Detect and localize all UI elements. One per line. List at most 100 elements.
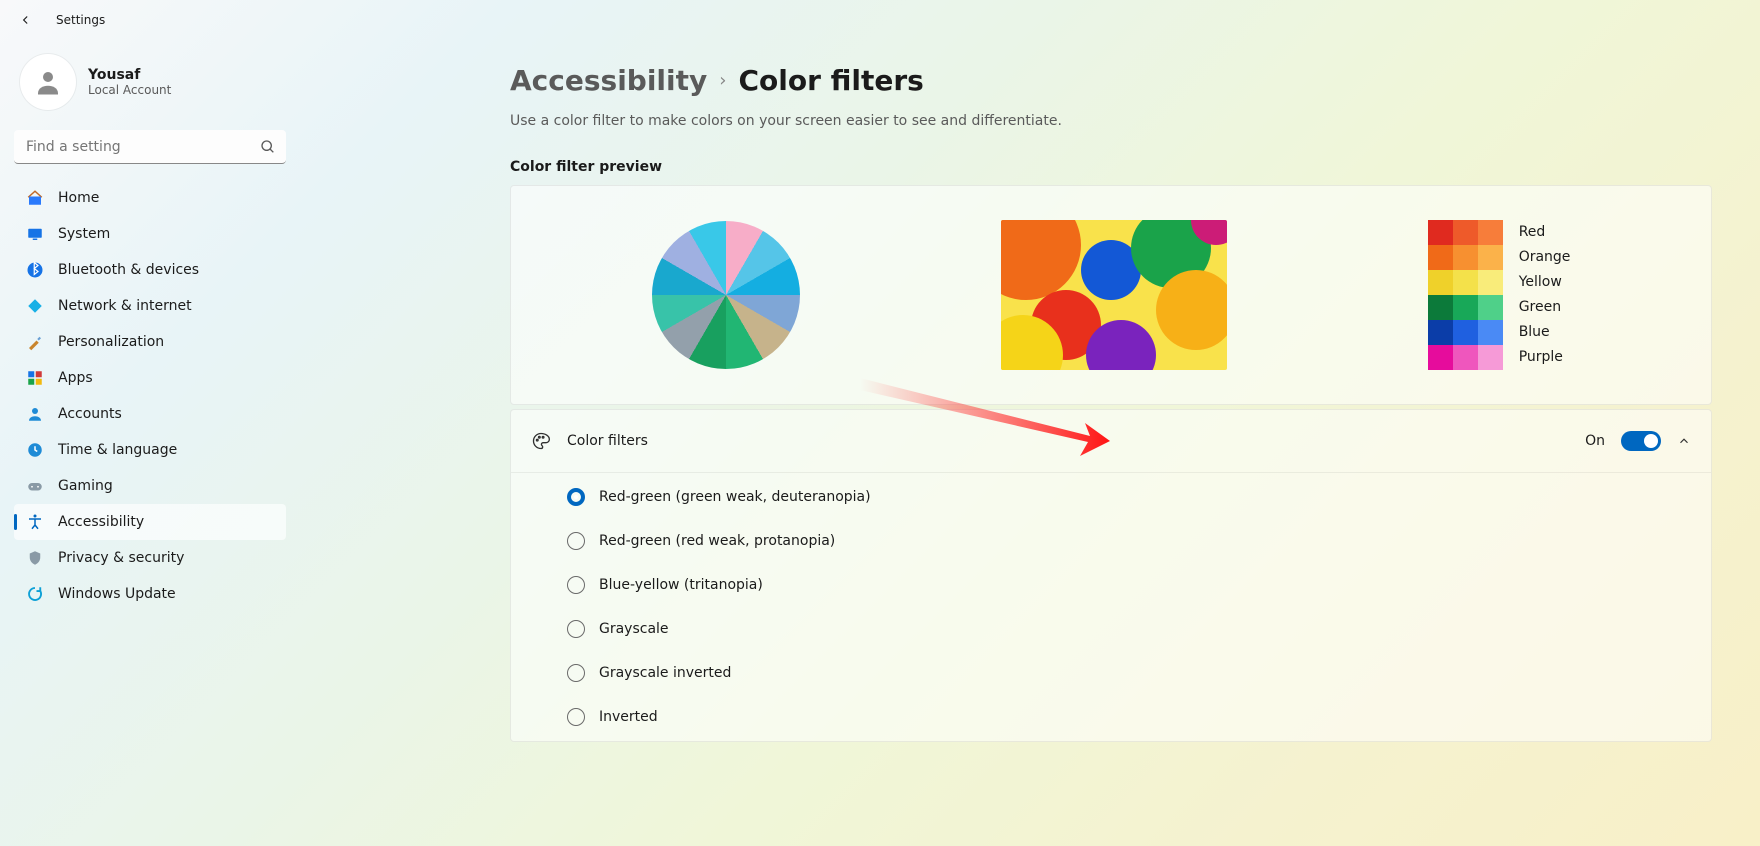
swatch [1453,295,1478,320]
color-filters-label: Color filters [567,433,1569,449]
chevron-up-icon[interactable] [1677,434,1691,448]
swatch [1478,245,1503,270]
preview-label: Color filter preview [510,159,1712,175]
filter-option[interactable]: Grayscale [511,607,1711,651]
system-icon [26,225,44,243]
sidebar-item-label: Accessibility [58,514,144,530]
filter-option[interactable]: Grayscale inverted [511,651,1711,695]
sidebar-item-label: Windows Update [58,586,176,602]
sidebar-item-label: System [58,226,110,242]
swatch [1428,320,1453,345]
swatch [1428,270,1453,295]
titlebar: Settings [0,0,1760,40]
sidebar-item-gaming[interactable]: Gaming [14,468,286,504]
breadcrumb-parent[interactable]: Accessibility [510,64,707,97]
color-wheel [652,221,800,369]
filter-options: Red-green (green weak, deuteranopia) Red-… [511,472,1711,741]
filter-option[interactable]: Blue-yellow (tritanopia) [511,563,1711,607]
breadcrumb: Accessibility › Color filters [510,64,1712,97]
search-input[interactable] [14,130,286,164]
swatch [1453,220,1478,245]
radio-icon [567,532,585,550]
sample-image [1001,220,1227,370]
swatch [1453,245,1478,270]
user-sub: Local Account [88,83,171,97]
swatch-label: Purple [1519,345,1571,370]
sidebar-item-personalization[interactable]: Personalization [14,324,286,360]
filter-option[interactable]: Inverted [511,695,1711,739]
swatch [1478,345,1503,370]
sidebar-item-privacy[interactable]: Privacy & security [14,540,286,576]
swatch [1478,270,1503,295]
page-title: Color filters [738,64,923,97]
avatar [20,54,76,110]
swatch [1428,220,1453,245]
filter-option-label: Inverted [599,709,658,725]
swatch-label: Orange [1519,245,1571,270]
sidebar-item-accessibility[interactable]: Accessibility [14,504,286,540]
sidebar-item-label: Home [58,190,99,206]
apps-icon [26,369,44,387]
swatch [1428,245,1453,270]
sidebar-item-system[interactable]: System [14,216,286,252]
chevron-right-icon: › [719,70,726,91]
swatch [1453,270,1478,295]
sidebar: Yousaf Local Account Home System Bluetooth… [0,40,300,846]
nav: Home System Bluetooth & devices Network & i… [14,180,286,612]
filter-option-label: Grayscale inverted [599,665,731,681]
swatch [1478,220,1503,245]
window-title: Settings [56,13,105,27]
sidebar-item-label: Privacy & security [58,550,184,566]
user-name: Yousaf [88,67,171,83]
filter-option-label: Red-green (green weak, deuteranopia) [599,489,871,505]
sidebar-item-label: Network & internet [58,298,192,314]
sidebar-item-accounts[interactable]: Accounts [14,396,286,432]
radio-icon [567,488,585,506]
swatch [1478,320,1503,345]
preview-card: RedOrangeYellowGreenBluePurple [510,185,1712,405]
accounts-icon [26,405,44,423]
sidebar-item-network[interactable]: Network & internet [14,288,286,324]
swatch [1428,295,1453,320]
color-filters-toggle[interactable] [1621,431,1661,451]
swatch [1428,345,1453,370]
filter-option[interactable]: Red-green (green weak, deuteranopia) [511,475,1711,519]
filter-option-label: Red-green (red weak, protanopia) [599,533,835,549]
sidebar-item-apps[interactable]: Apps [14,360,286,396]
sidebar-item-home[interactable]: Home [14,180,286,216]
swatch-label: Green [1519,295,1571,320]
palette-icon [531,431,551,451]
swatch-label: Blue [1519,320,1571,345]
search [14,130,286,164]
personalization-icon [26,333,44,351]
sidebar-item-time[interactable]: Time & language [14,432,286,468]
swatch-block: RedOrangeYellowGreenBluePurple [1428,220,1571,370]
bluetooth-icon [26,261,44,279]
page-description: Use a color filter to make colors on you… [510,113,1712,129]
back-button[interactable] [14,8,38,32]
sidebar-item-label: Accounts [58,406,122,422]
time-icon [26,441,44,459]
sidebar-item-label: Personalization [58,334,164,350]
privacy-icon [26,549,44,567]
swatch [1478,295,1503,320]
update-icon [26,585,44,603]
gaming-icon [26,477,44,495]
filter-option-label: Blue-yellow (tritanopia) [599,577,763,593]
filter-option[interactable]: Red-green (red weak, protanopia) [511,519,1711,563]
filters-card: Color filters On Red-green (green weak, … [510,409,1712,742]
radio-icon [567,708,585,726]
sidebar-item-label: Bluetooth & devices [58,262,199,278]
network-icon [26,297,44,315]
accessibility-icon [26,513,44,531]
swatch [1453,345,1478,370]
toggle-state-text: On [1585,433,1605,449]
swatch [1453,320,1478,345]
sidebar-item-label: Time & language [58,442,177,458]
user-block[interactable]: Yousaf Local Account [14,50,286,124]
sidebar-item-update[interactable]: Windows Update [14,576,286,612]
sidebar-item-bluetooth[interactable]: Bluetooth & devices [14,252,286,288]
swatch-label: Yellow [1519,270,1571,295]
radio-icon [567,664,585,682]
color-filters-row[interactable]: Color filters On [511,410,1711,472]
